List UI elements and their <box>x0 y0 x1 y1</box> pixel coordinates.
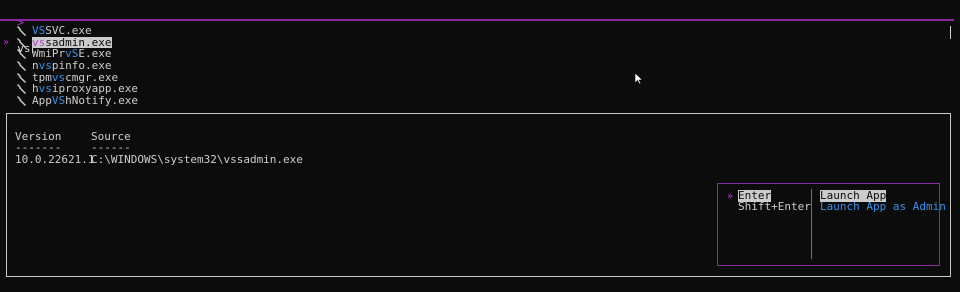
result-name: AppVShNotify.exe <box>32 94 138 108</box>
wrench-icon <box>17 84 26 95</box>
search-divider <box>0 19 954 21</box>
list-item[interactable]: nvspinfo.exe <box>0 60 111 72</box>
list-item[interactable]: hvsiproxyapp.exe <box>0 83 138 95</box>
actions-divider <box>811 189 812 259</box>
wrench-icon <box>17 37 26 48</box>
list-item-selected[interactable]: » vssadmin.exe <box>0 36 113 49</box>
list-item[interactable]: AppVShNotify.exe <box>0 95 138 107</box>
wrench-icon <box>17 61 26 72</box>
mouse-pointer-icon <box>634 73 644 85</box>
wrench-icon <box>17 96 26 107</box>
source-value: C:\WINDOWS\system32\vssadmin.exe <box>91 153 303 166</box>
list-item[interactable]: WmiPrvSE.exe <box>0 48 112 60</box>
results-list: VSSVC.exe » vssadmin.exe WmiPrvSE.exe nv… <box>0 25 138 107</box>
key-shift-enter[interactable]: Shift+Enter <box>738 201 811 213</box>
wrench-icon <box>17 49 26 60</box>
scrollbar-thumb[interactable] <box>950 26 951 39</box>
wrench-icon <box>17 26 26 36</box>
version-value: 10.0.22621.1 <box>15 153 95 166</box>
wrench-icon <box>17 72 26 83</box>
list-item[interactable]: tpmvscmgr.exe <box>0 71 118 84</box>
action-selection-marker-icon: » <box>727 191 734 202</box>
search-bar[interactable]: > vs <box>4 3 33 55</box>
launch-app-admin-action[interactable]: Launch App as Admin <box>820 201 946 213</box>
selection-marker-icon: » <box>3 36 10 48</box>
actions-menu: » Enter Shift+Enter Launch App Launch Ap… <box>717 183 946 266</box>
list-item[interactable]: VSSVC.exe <box>0 25 92 37</box>
